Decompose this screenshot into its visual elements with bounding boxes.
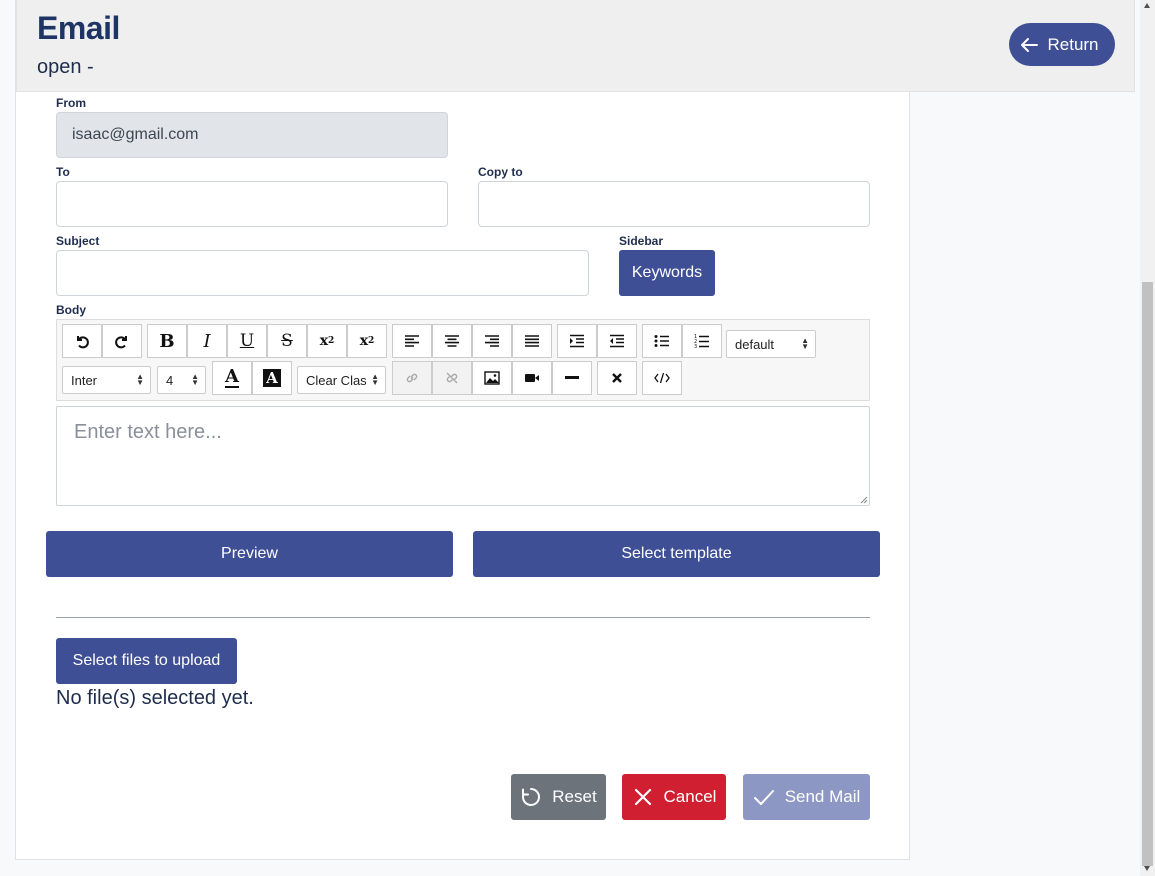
resize-grip-icon[interactable]: [860, 496, 868, 504]
arrow-left-icon: [1021, 37, 1039, 52]
to-field[interactable]: [56, 181, 448, 227]
strikethrough-icon[interactable]: S: [267, 324, 307, 358]
scrollbar[interactable]: [1140, 0, 1155, 876]
reset-icon: [522, 788, 541, 806]
font-color-icon[interactable]: A: [212, 361, 252, 395]
font-family-select[interactable]: Inter ▲ ▼: [62, 366, 151, 394]
body-editor[interactable]: Enter text here...: [56, 406, 870, 506]
select-caret-icon: ▲ ▼: [801, 336, 809, 351]
check-icon: [753, 790, 774, 805]
video-icon[interactable]: [512, 361, 552, 395]
from-field: isaac@gmail.com: [56, 112, 448, 158]
select-files-button[interactable]: Select files to upload: [56, 638, 237, 684]
subject-field[interactable]: [56, 250, 589, 296]
redo-icon[interactable]: [102, 324, 142, 358]
code-view-icon[interactable]: [642, 361, 682, 395]
copy-to-label: Copy to: [478, 165, 523, 179]
select-template-button[interactable]: Select template: [473, 531, 880, 577]
numbered-list-icon[interactable]: 123: [682, 324, 722, 358]
reset-button[interactable]: Reset: [511, 774, 606, 820]
scroll-down-icon[interactable]: [1144, 866, 1150, 871]
to-label: To: [56, 165, 70, 179]
bullet-list-icon[interactable]: [642, 324, 682, 358]
divider: [56, 617, 870, 618]
select-caret-icon: ▲ ▼: [136, 372, 144, 387]
underline-icon[interactable]: U: [227, 324, 267, 358]
body-label: Body: [56, 303, 86, 317]
paragraph-format-select[interactable]: default ▲ ▼: [726, 330, 816, 358]
page-subtitle: open -: [37, 56, 94, 78]
sidebar-label: Sidebar: [619, 234, 664, 248]
align-justify-icon[interactable]: [512, 324, 552, 358]
copy-to-field[interactable]: [478, 181, 870, 227]
return-label: Return: [1047, 34, 1099, 54]
keywords-button[interactable]: Keywords: [619, 250, 715, 296]
page-header: Email open - Return: [16, 0, 1135, 92]
unlink-icon[interactable]: [432, 361, 472, 395]
superscript-icon[interactable]: x2: [347, 324, 387, 358]
reset-label: Reset: [552, 787, 597, 806]
send-mail-label: Send Mail: [784, 787, 861, 806]
align-center-icon[interactable]: [432, 324, 472, 358]
from-label: From: [56, 96, 86, 110]
remove-format-icon[interactable]: [597, 361, 637, 395]
scrollbar-thumb[interactable]: [1142, 282, 1153, 866]
cancel-label: Cancel: [663, 787, 717, 806]
paragraph-format-value: default: [735, 336, 775, 352]
font-size-select[interactable]: 4 ▲ ▼: [157, 366, 206, 394]
close-icon: [634, 788, 651, 806]
italic-icon[interactable]: I: [187, 324, 227, 358]
select-caret-icon: ▲ ▼: [371, 372, 379, 387]
undo-icon[interactable]: [62, 324, 102, 358]
editor-toolbar: B I U S x2 x2 123 default ▲ ▼ Inter ▲ ▼ 4 …: [56, 319, 870, 401]
highlight-color-icon[interactable]: A: [252, 361, 292, 395]
subscript-icon[interactable]: x2: [307, 324, 347, 358]
font-size-value: 4: [166, 372, 174, 388]
align-right-icon[interactable]: [472, 324, 512, 358]
horizontal-rule-icon[interactable]: [552, 361, 592, 395]
return-button[interactable]: Return: [1009, 23, 1115, 66]
body-placeholder: Enter text here...: [74, 421, 222, 443]
svg-text:3: 3: [694, 344, 697, 349]
indent-icon[interactable]: [557, 324, 597, 358]
no-files-text: No file(s) selected yet.: [56, 687, 254, 709]
cancel-button[interactable]: Cancel: [622, 774, 726, 820]
outdent-icon[interactable]: [597, 324, 637, 358]
page-title: Email: [37, 10, 120, 46]
align-left-icon[interactable]: [392, 324, 432, 358]
select-caret-icon: ▲ ▼: [191, 372, 199, 387]
bold-icon[interactable]: B: [147, 324, 187, 358]
font-family-value: Inter: [71, 372, 98, 388]
scroll-up-icon[interactable]: [1144, 3, 1150, 8]
subject-label: Subject: [56, 234, 100, 248]
class-select[interactable]: Clear Clas ▲ ▼: [297, 366, 386, 394]
link-icon[interactable]: [392, 361, 432, 395]
preview-button[interactable]: Preview: [46, 531, 453, 577]
send-mail-button[interactable]: Send Mail: [743, 774, 870, 820]
image-icon[interactable]: [472, 361, 512, 395]
class-select-value: Clear Clas: [306, 372, 367, 388]
